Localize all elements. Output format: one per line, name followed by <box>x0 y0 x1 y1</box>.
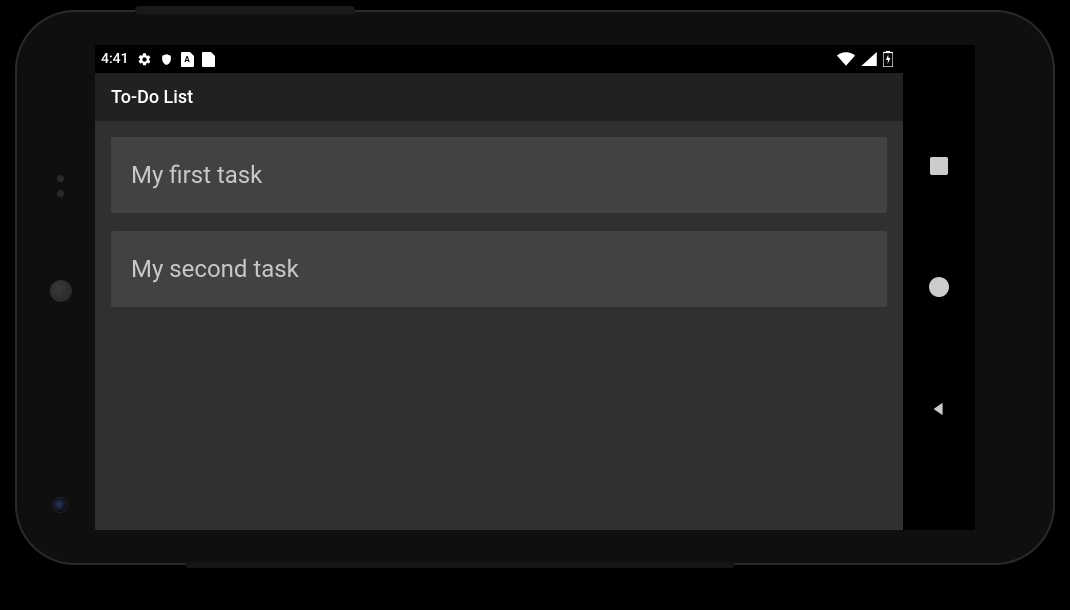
sd-card-icon <box>202 52 215 67</box>
app-title: To-Do List <box>111 87 193 108</box>
battery-charging-icon <box>883 51 893 67</box>
app-action-bar: To-Do List <box>95 73 903 121</box>
task-label: My first task <box>131 161 262 189</box>
list-item[interactable]: My second task <box>111 231 887 307</box>
recent-apps-button[interactable] <box>928 155 950 177</box>
cell-signal-icon <box>861 52 877 66</box>
proximity-sensor <box>57 175 64 182</box>
sim-card-letter: A <box>184 56 189 64</box>
wifi-icon <box>837 52 855 66</box>
triangle-back-icon <box>930 400 948 418</box>
shield-icon <box>160 52 173 67</box>
list-item[interactable]: My first task <box>111 137 887 213</box>
task-label: My second task <box>131 255 299 283</box>
app-region: 4:41 A <box>95 45 903 530</box>
status-bar-left: 4:41 A <box>101 51 215 67</box>
task-list[interactable]: My first task My second task <box>95 121 903 530</box>
status-clock: 4:41 <box>101 51 129 67</box>
square-icon <box>930 157 948 175</box>
earpiece-speaker <box>50 280 72 302</box>
back-button[interactable] <box>928 398 950 420</box>
circle-icon <box>929 277 949 297</box>
status-bar: 4:41 A <box>95 45 903 73</box>
system-nav-bar <box>903 45 975 530</box>
status-bar-right <box>837 51 893 67</box>
home-button[interactable] <box>928 276 950 298</box>
gear-icon <box>137 52 152 67</box>
device-top-ridge <box>135 6 355 14</box>
sim-card-icon: A <box>181 52 194 67</box>
light-sensor <box>57 190 64 197</box>
device-screen: 4:41 A <box>95 45 975 530</box>
device-bottom-ridge <box>185 562 735 568</box>
device-frame: 4:41 A <box>15 10 1055 565</box>
front-camera <box>53 498 67 512</box>
